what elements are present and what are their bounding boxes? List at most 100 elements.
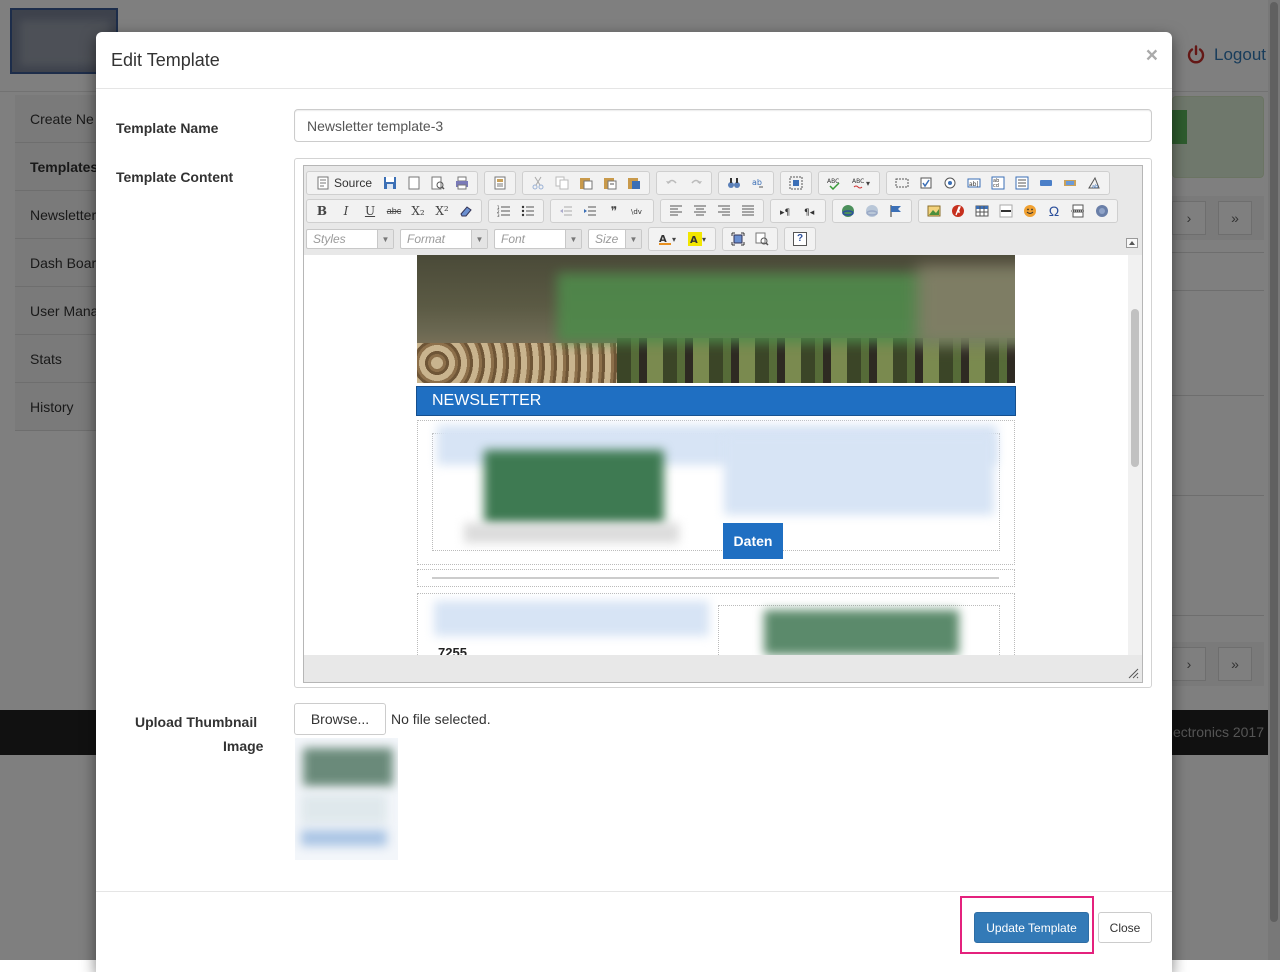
toolbar-group-clipboard <box>522 171 651 195</box>
rtl-button[interactable]: ¶◂ <box>798 200 822 222</box>
paste-word-icon <box>628 178 641 189</box>
resize-grip-icon[interactable] <box>1127 667 1139 679</box>
ltr-button[interactable]: ▸¶ <box>774 200 798 222</box>
form-button[interactable] <box>890 172 914 194</box>
toolbar-group-basicstyles: B I U abc X₂ X² <box>306 199 482 223</box>
show-blocks-button[interactable] <box>750 228 774 250</box>
replace-button[interactable]: ab <box>746 172 770 194</box>
toolbar-group-lists: 123 <box>488 199 544 223</box>
justify-button[interactable] <box>736 200 760 222</box>
underline-button[interactable]: U <box>358 200 382 222</box>
redo-button[interactable] <box>684 172 708 194</box>
unlink-button[interactable] <box>860 200 884 222</box>
textarea-button[interactable]: ab cd <box>986 172 1010 194</box>
bold-button[interactable]: B <box>310 200 334 222</box>
page-break-button[interactable] <box>1066 200 1090 222</box>
cut-icon <box>532 176 544 190</box>
toolbar-group-tools <box>722 227 778 251</box>
create-div-button[interactable]: \dv <box>626 200 650 222</box>
help-button[interactable]: ? <box>788 228 812 250</box>
textfield-button[interactable]: ab| <box>962 172 986 194</box>
styles-select[interactable]: Styles ▼ <box>306 229 394 249</box>
find-button[interactable] <box>722 172 746 194</box>
maximize-button[interactable] <box>726 228 750 250</box>
subscript-button[interactable]: X₂ <box>406 200 430 222</box>
paste-text-button[interactable] <box>598 172 622 194</box>
editor-content-area[interactable]: NEWSLETTER Daten 7255 <box>304 255 1142 655</box>
format-select[interactable]: Format ▼ <box>400 229 488 249</box>
strikethrough-button[interactable]: abc <box>382 200 406 222</box>
scrollbar-thumb[interactable] <box>1131 309 1139 467</box>
textarea-icon: abcd <box>991 176 1005 190</box>
select-field-button[interactable] <box>1010 172 1034 194</box>
editor-toolbar-row-3: Styles ▼ Format ▼ Font ▼ Size ▼ A ▾ A ▾ ? <box>306 226 822 252</box>
horizontal-rule-button[interactable] <box>994 200 1018 222</box>
link-icon <box>842 205 854 217</box>
button-field-button[interactable] <box>1034 172 1058 194</box>
preview-button[interactable] <box>426 172 450 194</box>
anchor-button[interactable] <box>884 200 908 222</box>
indent-button[interactable] <box>578 200 602 222</box>
remove-format-button[interactable] <box>454 200 478 222</box>
image-button-field-button[interactable] <box>1058 172 1082 194</box>
image-button[interactable] <box>922 200 946 222</box>
toolbar-group-colors: A ▾ A ▾ <box>648 227 716 251</box>
align-left-button[interactable] <box>664 200 688 222</box>
italic-button[interactable]: I <box>334 200 358 222</box>
paste-icon <box>580 178 593 190</box>
numbered-list-button[interactable]: 123 <box>492 200 516 222</box>
svg-text:3: 3 <box>497 213 500 218</box>
link-button[interactable] <box>836 200 860 222</box>
align-right-button[interactable] <box>712 200 736 222</box>
update-template-button[interactable]: Update Template <box>974 912 1089 943</box>
svg-text:A: A <box>690 235 698 246</box>
source-button[interactable]: Source <box>310 172 378 194</box>
text-color-button[interactable]: A ▾ <box>652 228 682 250</box>
templates-button[interactable] <box>488 172 512 194</box>
daten-button[interactable]: Daten <box>723 523 783 559</box>
blockquote-button[interactable]: ❞ <box>602 200 626 222</box>
flash-icon <box>952 205 964 217</box>
paste-button[interactable] <box>574 172 598 194</box>
browse-button[interactable]: Browse... <box>294 703 386 735</box>
svg-text:ab|: ab| <box>969 181 979 188</box>
upload-thumbnail-label-line2: Image <box>223 738 264 754</box>
copy-button[interactable] <box>550 172 574 194</box>
cut-button[interactable] <box>526 172 550 194</box>
template-name-input[interactable] <box>294 109 1152 142</box>
outdent-button[interactable] <box>554 200 578 222</box>
iframe-button[interactable] <box>1090 200 1114 222</box>
close-icon[interactable]: × <box>1146 44 1158 68</box>
blurred-article-image <box>764 610 959 655</box>
new-page-button[interactable] <box>402 172 426 194</box>
undo-button[interactable] <box>660 172 684 194</box>
page-break-icon <box>1071 204 1085 218</box>
font-select[interactable]: Font ▼ <box>494 229 582 249</box>
print-button[interactable] <box>450 172 474 194</box>
editor-scrollbar[interactable] <box>1128 255 1142 655</box>
spellcheck-button[interactable]: ABC <box>822 172 846 194</box>
table-button[interactable] <box>970 200 994 222</box>
checkbox-button[interactable] <box>914 172 938 194</box>
align-center-button[interactable] <box>688 200 712 222</box>
svg-text:ABC: ABC <box>852 178 864 185</box>
save-button[interactable] <box>378 172 402 194</box>
print-icon <box>456 176 469 190</box>
bulleted-list-button[interactable] <box>516 200 540 222</box>
smiley-button[interactable] <box>1018 200 1042 222</box>
close-button[interactable]: Close <box>1098 912 1152 943</box>
size-select[interactable]: Size ▼ <box>588 229 642 249</box>
hidden-field-button[interactable]: ab <box>1082 172 1106 194</box>
blurred-caption <box>464 523 679 543</box>
background-color-button[interactable]: A ▾ <box>682 228 712 250</box>
superscript-button[interactable]: X² <box>430 200 454 222</box>
collapse-toolbar-button[interactable] <box>1126 238 1138 248</box>
paste-word-button[interactable] <box>622 172 646 194</box>
select-all-button[interactable] <box>784 172 808 194</box>
flash-button[interactable] <box>946 200 970 222</box>
spell-as-you-type-button[interactable]: ABC ▾ <box>846 172 876 194</box>
special-char-button[interactable]: Ω <box>1042 200 1066 222</box>
radio-button[interactable] <box>938 172 962 194</box>
form-icon <box>895 178 909 188</box>
image-button-icon <box>1064 180 1077 186</box>
